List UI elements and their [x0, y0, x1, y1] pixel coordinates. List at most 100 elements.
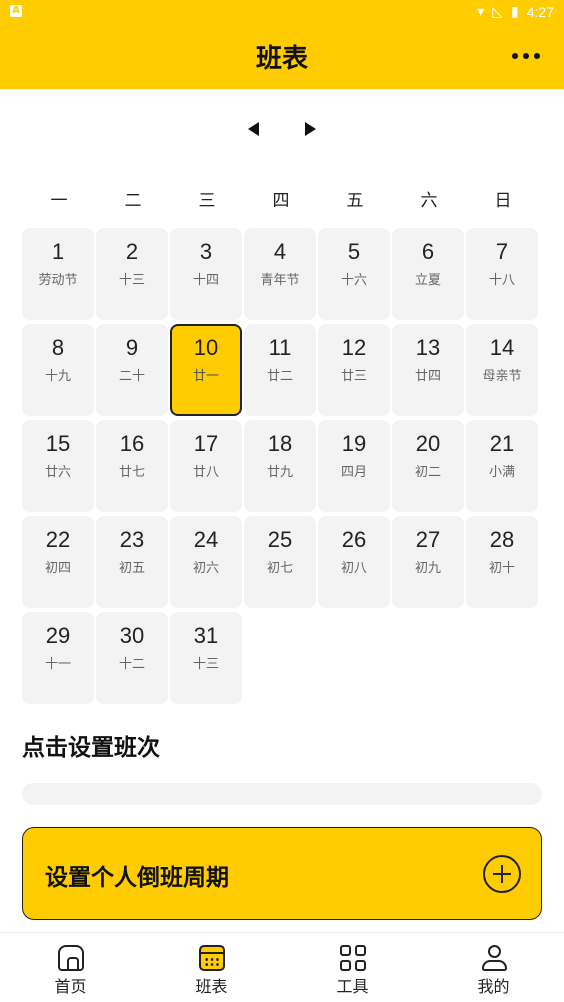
- calendar-day[interactable]: 28 初十: [466, 516, 538, 608]
- calendar-day[interactable]: 30 十二: [96, 612, 168, 704]
- lunar-date: 初五: [118, 561, 145, 576]
- status-icons: ▾ ◺ ▮ 4:27: [477, 3, 554, 21]
- calendar-day[interactable]: 24 初六: [170, 516, 242, 608]
- calendar-day[interactable]: 18 廿九: [244, 420, 316, 512]
- calendar-day[interactable]: 22 初四: [22, 516, 94, 608]
- calendar-day[interactable]: 4 青年节: [244, 228, 316, 320]
- day-number: 13: [415, 335, 441, 360]
- calendar-day[interactable]: 15 廿六: [22, 420, 94, 512]
- tab-home[interactable]: 首页: [0, 933, 141, 1002]
- day-number: 10: [193, 335, 219, 360]
- calendar-day[interactable]: 27 初九: [392, 516, 464, 608]
- calendar-day[interactable]: 16 廿七: [96, 420, 168, 512]
- tab-profile[interactable]: 我的: [423, 933, 564, 1002]
- calendar-day[interactable]: 8 十九: [22, 324, 94, 416]
- calendar-day[interactable]: 11 廿二: [244, 324, 316, 416]
- lunar-date: 十三: [192, 657, 219, 672]
- lunar-date: 廿六: [44, 465, 71, 480]
- day-number: 2: [125, 239, 139, 264]
- day-number: 14: [489, 335, 515, 360]
- day-number: 17: [193, 431, 219, 456]
- tab-label: 首页: [54, 977, 87, 996]
- calendar-day[interactable]: 3 十四: [170, 228, 242, 320]
- lunar-date: 二十: [118, 369, 145, 384]
- add-circle-icon[interactable]: [483, 855, 521, 893]
- lunar-date: 廿八: [192, 465, 219, 480]
- lunar-date: 廿九: [266, 465, 293, 480]
- lunar-date: 廿三: [340, 369, 367, 384]
- previous-month-icon[interactable]: [248, 122, 259, 136]
- day-number: 21: [489, 431, 515, 456]
- tab-label: 班表: [195, 977, 228, 996]
- set-shift-title[interactable]: 点击设置班次: [22, 728, 160, 762]
- lunar-date: 青年节: [260, 273, 300, 288]
- weekday-header: 一二三四五六日: [22, 186, 542, 211]
- calendar-day[interactable]: 21 小满: [466, 420, 538, 512]
- day-number: 11: [268, 335, 292, 360]
- day-number: 29: [45, 623, 71, 648]
- wifi-icon: ▾: [477, 4, 485, 20]
- set-cycle-button[interactable]: 设置个人倒班周期: [22, 827, 542, 920]
- day-number: 9: [125, 335, 139, 360]
- day-number: 24: [193, 527, 219, 552]
- calendar-day[interactable]: 12 廿三: [318, 324, 390, 416]
- day-number: 12: [341, 335, 367, 360]
- lunar-date: 劳动节: [38, 273, 78, 288]
- day-number: 1: [51, 239, 65, 264]
- day-number: 15: [45, 431, 71, 456]
- calendar-day[interactable]: 29 十一: [22, 612, 94, 704]
- tab-schedule[interactable]: 班表: [141, 933, 282, 1002]
- calendar-day[interactable]: 31 十三: [170, 612, 242, 704]
- day-number: 28: [489, 527, 515, 552]
- lunar-date: 廿一: [192, 369, 219, 384]
- calendar-day[interactable]: 9 二十: [96, 324, 168, 416]
- lunar-date: 十八: [488, 273, 515, 288]
- lunar-date: 母亲节: [482, 369, 522, 384]
- day-number: 5: [347, 239, 361, 264]
- lunar-date: 初七: [266, 561, 293, 576]
- day-number: 31: [193, 623, 219, 648]
- calendar-day[interactable]: 25 初七: [244, 516, 316, 608]
- calendar-day[interactable]: 20 初二: [392, 420, 464, 512]
- tab-label: 工具: [336, 977, 369, 996]
- calendar-day[interactable]: 7 十八: [466, 228, 538, 320]
- calendar-day[interactable]: 5 十六: [318, 228, 390, 320]
- calendar-day[interactable]: 6 立夏: [392, 228, 464, 320]
- lunar-date: 初二: [414, 465, 441, 480]
- lunar-date: 十九: [44, 369, 71, 384]
- weekday-label: 四: [272, 191, 290, 211]
- calendar-grid: 1 劳动节 2 十三 3 十四 4 青年节 5 十六 6 立夏 7 十八 8 十九 9 二十 10 廿一 11 廿二 12 廿…: [22, 228, 542, 704]
- lunar-date: 初十: [488, 561, 515, 576]
- app-notification-icon: A: [10, 5, 22, 17]
- lunar-date: 四月: [340, 465, 367, 480]
- day-number: 22: [45, 527, 71, 552]
- weekday-label: 六: [420, 191, 438, 211]
- home-icon: [57, 945, 84, 971]
- calendar-day-today[interactable]: 10 廿一: [170, 324, 242, 416]
- calendar-day[interactable]: 17 廿八: [170, 420, 242, 512]
- calendar-day[interactable]: 13 廿四: [392, 324, 464, 416]
- day-number: 30: [119, 623, 145, 648]
- next-month-icon[interactable]: [305, 122, 316, 136]
- set-cycle-label: 设置个人倒班周期: [45, 865, 229, 891]
- tab-tools[interactable]: 工具: [282, 933, 423, 1002]
- shift-bar: [22, 783, 542, 805]
- day-number: 7: [495, 239, 509, 264]
- weekday-label: 二: [124, 191, 142, 211]
- page-title: 班表: [255, 44, 308, 74]
- calendar-day[interactable]: 1 劳动节: [22, 228, 94, 320]
- calendar-day[interactable]: 26 初八: [318, 516, 390, 608]
- lunar-date: 初四: [44, 561, 71, 576]
- weekday-label: 三: [198, 191, 216, 211]
- lunar-date: 立夏: [414, 273, 441, 288]
- calendar-day[interactable]: 2 十三: [96, 228, 168, 320]
- more-menu-icon[interactable]: [508, 46, 544, 66]
- bottom-tab-bar: 首页 班表 工具 我的: [0, 932, 564, 1002]
- calendar-day[interactable]: 23 初五: [96, 516, 168, 608]
- calendar-day[interactable]: 19 四月: [318, 420, 390, 512]
- day-number: 25: [267, 527, 293, 552]
- status-bar: A ▾ ◺ ▮ 4:27: [0, 0, 564, 24]
- profile-icon: [481, 945, 507, 971]
- day-number: 23: [119, 527, 145, 552]
- calendar-day[interactable]: 14 母亲节: [466, 324, 538, 416]
